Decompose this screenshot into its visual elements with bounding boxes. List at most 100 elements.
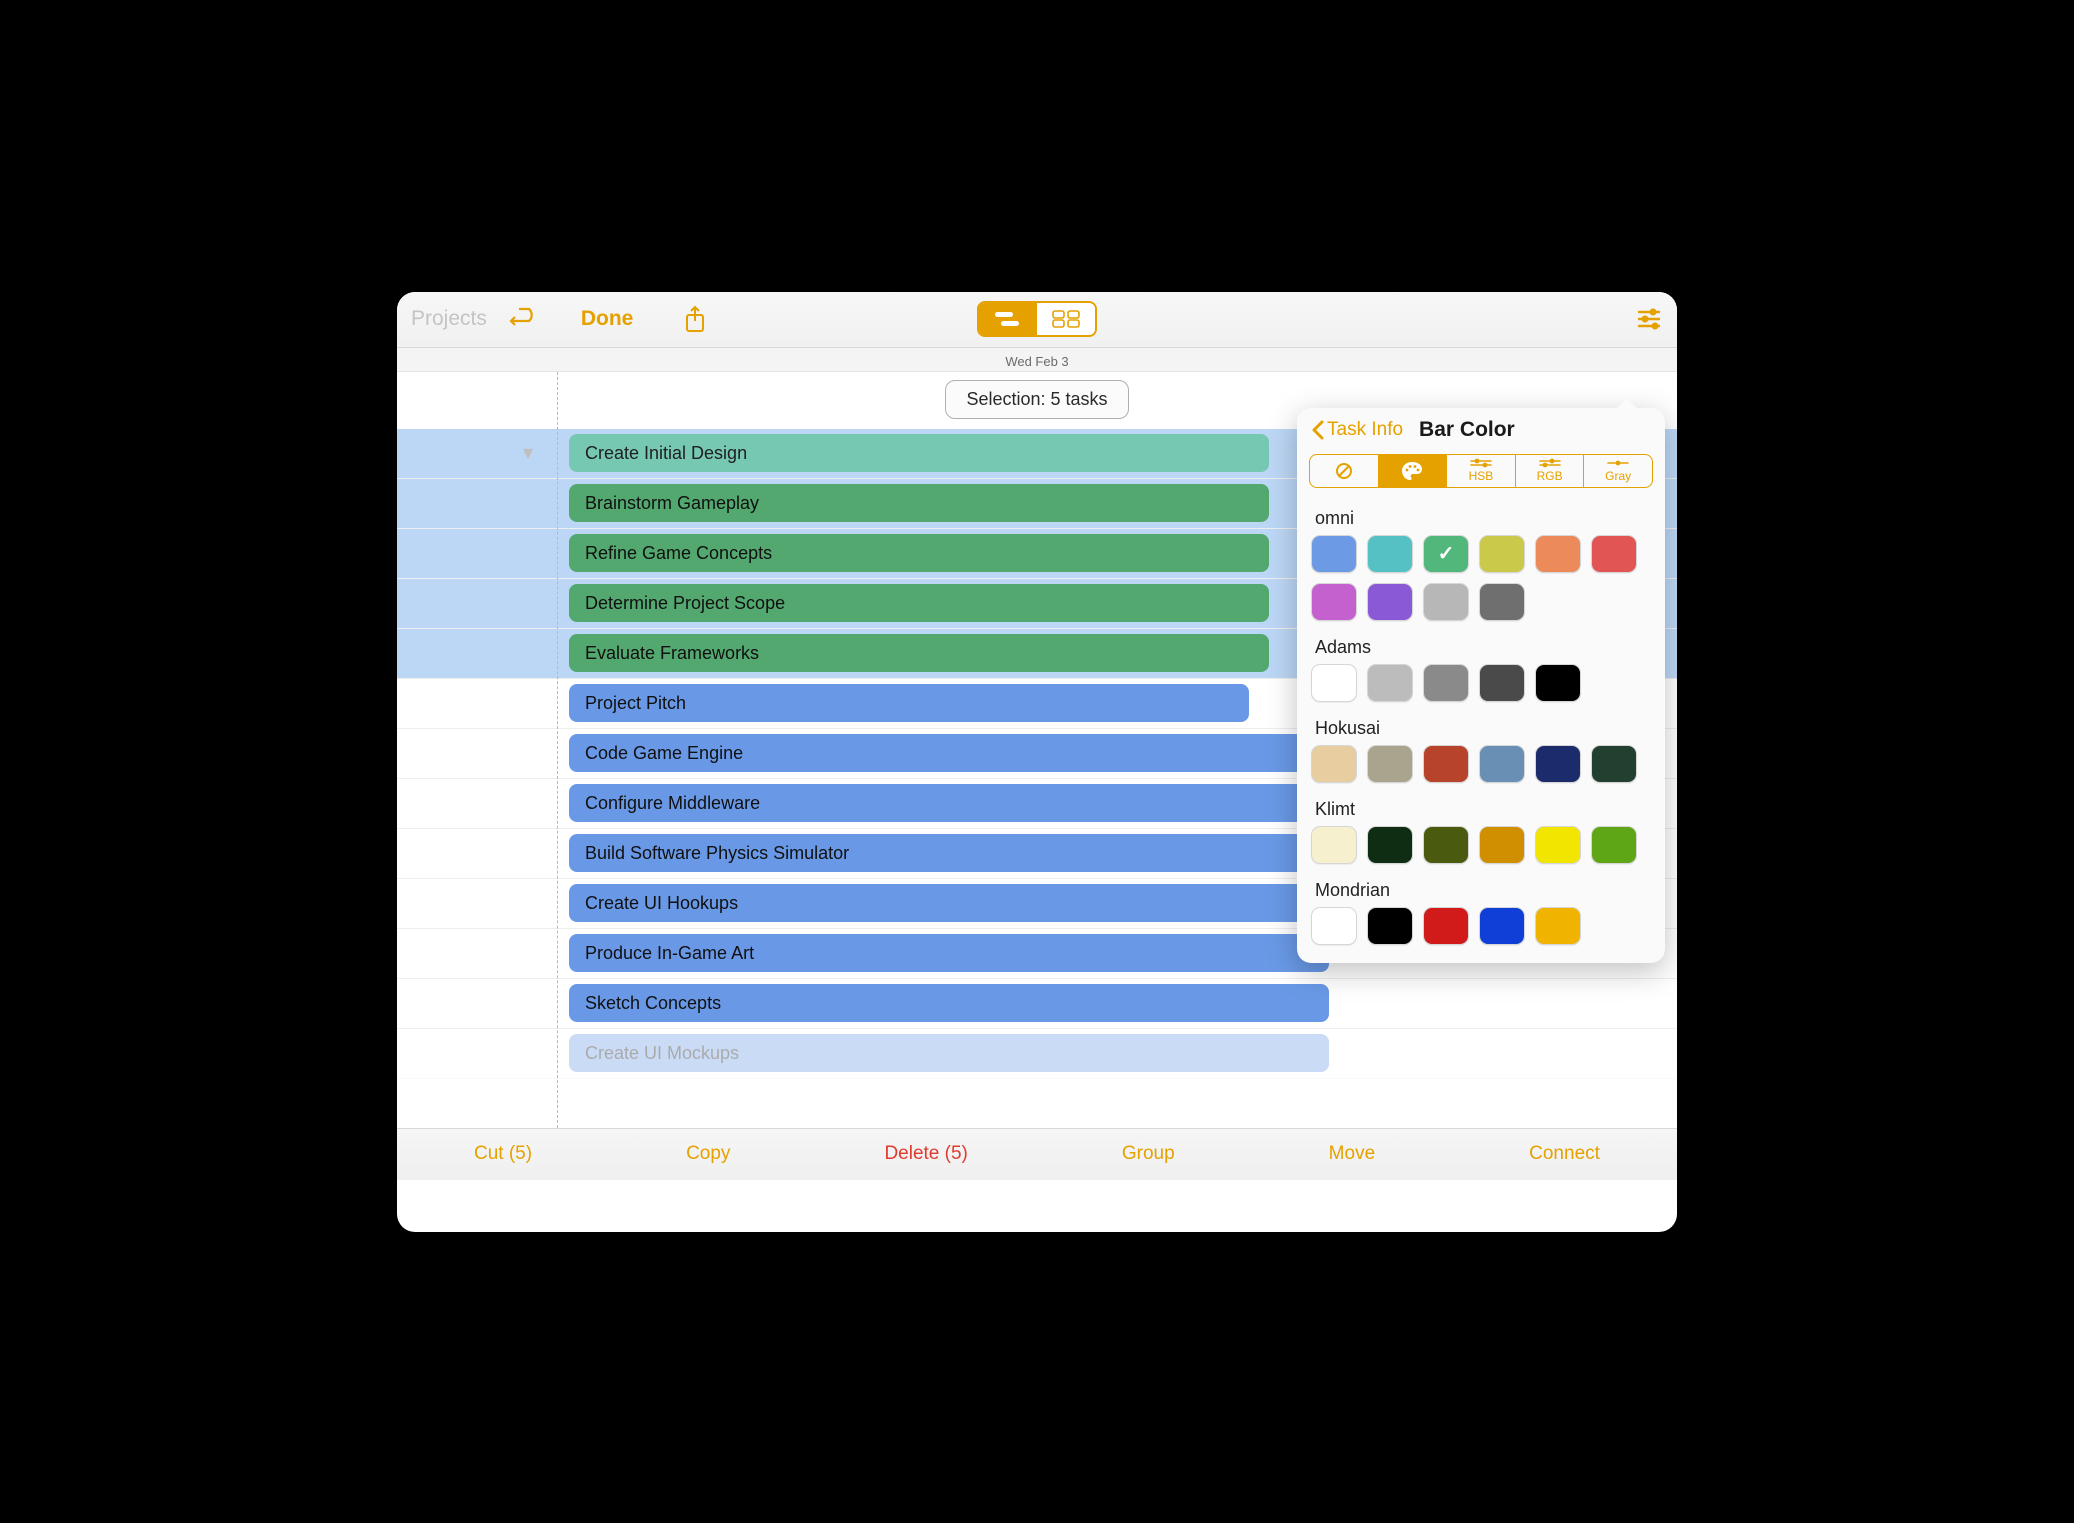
task-bar[interactable]: Build Software Physics Simulator (569, 834, 1329, 872)
swatch-row (1311, 826, 1651, 864)
group-button[interactable]: Group (1122, 1143, 1175, 1165)
color-swatch[interactable] (1479, 583, 1525, 621)
task-row[interactable]: Create UI Mockups (397, 1029, 1677, 1079)
task-bar[interactable]: Brainstorm Gameplay (569, 484, 1269, 522)
row-gutter: ▼ (397, 429, 557, 478)
row-gutter (397, 629, 557, 678)
undo-button[interactable] (509, 307, 541, 331)
row-gutter (397, 779, 557, 828)
grid-icon (1051, 309, 1081, 329)
color-swatch[interactable]: ✓ (1423, 535, 1469, 573)
color-swatch[interactable] (1479, 907, 1525, 945)
color-swatch[interactable] (1311, 745, 1357, 783)
color-swatch[interactable] (1591, 745, 1637, 783)
color-swatch[interactable] (1479, 535, 1525, 573)
color-mode-none[interactable] (1310, 455, 1379, 487)
swatch-row: ✓ (1311, 535, 1651, 621)
palette-name: omni (1315, 508, 1651, 529)
hsb-label: HSB (1469, 469, 1494, 483)
inspector-button[interactable] (1635, 308, 1663, 330)
share-button[interactable] (683, 305, 707, 333)
copy-button[interactable]: Copy (686, 1143, 730, 1165)
color-swatch[interactable] (1367, 664, 1413, 702)
gantt-icon (993, 309, 1023, 329)
task-label: Build Software Physics Simulator (585, 843, 849, 864)
color-swatch[interactable] (1535, 664, 1581, 702)
sliders-icon (1538, 458, 1562, 468)
connect-button[interactable]: Connect (1529, 1143, 1600, 1165)
task-label: Create Initial Design (585, 443, 747, 464)
move-button[interactable]: Move (1329, 1143, 1375, 1165)
task-bar[interactable]: Create Initial Design (569, 434, 1269, 472)
task-label: Configure Middleware (585, 793, 760, 814)
row-gutter (397, 729, 557, 778)
view-mode-segmented[interactable] (977, 301, 1097, 337)
task-bar[interactable]: Produce In-Game Art (569, 934, 1329, 972)
task-bar[interactable]: Determine Project Scope (569, 584, 1269, 622)
color-swatch[interactable] (1535, 907, 1581, 945)
palette-name: Adams (1315, 637, 1651, 658)
color-mode-segmented[interactable]: HSB RGB Gray (1309, 454, 1653, 488)
color-swatch[interactable] (1423, 826, 1469, 864)
bar-color-popover: Task Info Bar Color HSB (1297, 408, 1665, 963)
palette-group: Mondrian (1297, 870, 1665, 951)
task-label: Sketch Concepts (585, 993, 721, 1014)
cut-button[interactable]: Cut (5) (474, 1143, 532, 1165)
color-swatch[interactable] (1367, 535, 1413, 573)
task-bar[interactable]: Code Game Engine (569, 734, 1329, 772)
color-swatch[interactable] (1423, 583, 1469, 621)
color-swatch[interactable] (1479, 826, 1525, 864)
color-swatch[interactable] (1479, 664, 1525, 702)
color-swatch[interactable] (1591, 535, 1637, 573)
color-mode-rgb[interactable]: RGB (1516, 455, 1585, 487)
view-mode-gantt[interactable] (979, 303, 1037, 335)
task-bar[interactable]: Evaluate Frameworks (569, 634, 1269, 672)
row-gutter (397, 679, 557, 728)
palette-name: Mondrian (1315, 880, 1651, 901)
color-swatch[interactable] (1311, 907, 1357, 945)
delete-button[interactable]: Delete (5) (884, 1143, 967, 1165)
color-swatch[interactable] (1423, 907, 1469, 945)
color-mode-palette[interactable] (1379, 455, 1448, 487)
popover-back-button[interactable]: Task Info (1311, 419, 1403, 441)
color-swatch[interactable] (1367, 745, 1413, 783)
disclosure-triangle-icon[interactable]: ▼ (519, 443, 537, 464)
done-button[interactable]: Done (581, 307, 634, 331)
palette-group: omni ✓ (1297, 498, 1665, 627)
undo-icon (509, 307, 541, 331)
color-swatch[interactable] (1367, 907, 1413, 945)
palette-group: Klimt (1297, 789, 1665, 870)
color-swatch[interactable] (1423, 664, 1469, 702)
color-swatch[interactable] (1367, 583, 1413, 621)
selection-count-pill[interactable]: Selection: 5 tasks (945, 380, 1128, 419)
color-mode-gray[interactable]: Gray (1584, 455, 1652, 487)
row-gutter (397, 529, 557, 578)
color-swatch[interactable] (1311, 583, 1357, 621)
view-mode-grid[interactable] (1037, 303, 1095, 335)
projects-back-button: Projects (411, 307, 487, 331)
color-swatch[interactable] (1535, 535, 1581, 573)
color-swatch[interactable] (1479, 745, 1525, 783)
row-gutter (397, 1029, 557, 1078)
color-swatch[interactable] (1311, 826, 1357, 864)
color-swatch[interactable] (1535, 826, 1581, 864)
color-swatch[interactable] (1311, 535, 1357, 573)
color-swatch[interactable] (1423, 745, 1469, 783)
popover-title: Bar Color (1419, 418, 1515, 442)
task-bar[interactable]: Refine Game Concepts (569, 534, 1269, 572)
task-bar[interactable]: Configure Middleware (569, 784, 1329, 822)
task-bar[interactable]: Create UI Hookups (569, 884, 1329, 922)
row-gutter (397, 879, 557, 928)
timeline-divider (557, 372, 558, 1128)
task-bar[interactable]: Project Pitch (569, 684, 1249, 722)
task-bar[interactable]: Create UI Mockups (569, 1034, 1329, 1072)
color-swatch[interactable] (1535, 745, 1581, 783)
color-mode-hsb[interactable]: HSB (1447, 455, 1516, 487)
rgb-label: RGB (1537, 469, 1563, 483)
color-swatch[interactable] (1311, 664, 1357, 702)
task-bar[interactable]: Sketch Concepts (569, 984, 1329, 1022)
task-row[interactable]: Sketch Concepts (397, 979, 1677, 1029)
task-label: Refine Game Concepts (585, 543, 772, 564)
color-swatch[interactable] (1591, 826, 1637, 864)
color-swatch[interactable] (1367, 826, 1413, 864)
